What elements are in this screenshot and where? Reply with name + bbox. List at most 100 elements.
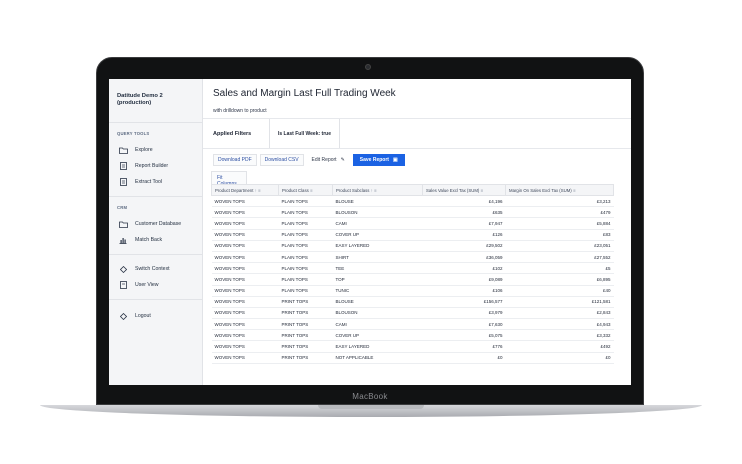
table-cell: PRINT TOPS bbox=[278, 296, 333, 308]
table-cell: £7,947 bbox=[422, 217, 506, 230]
sidebar: Datitude Demo 2 (production) QUERY TOOLS… bbox=[109, 79, 203, 385]
table-cell: £479 bbox=[505, 206, 614, 219]
document-icon bbox=[118, 162, 128, 170]
table-cell: WOVEN TOPS bbox=[211, 285, 279, 297]
table-cell: £126 bbox=[422, 229, 506, 241]
table-cell: COVER UP bbox=[332, 329, 423, 342]
table-row[interactable]: WOVEN TOPS PRINT TOPS NOT APPLICABLE £0 £0 bbox=[211, 352, 614, 364]
edit-report-button[interactable]: Edit Report ✎ bbox=[307, 154, 350, 166]
table-cell: £4,196 bbox=[422, 195, 506, 208]
page-title: Sales and Margin Last Full Trading Week bbox=[213, 88, 396, 99]
table-body: WOVEN TOPS PLAIN TOPS BLOUSE £4,196 £3,213 WO… bbox=[211, 195, 614, 364]
table-cell: PRINT TOPS bbox=[278, 318, 333, 331]
sidebar-section-crm: CRM Customer Database Match Back bbox=[109, 197, 202, 255]
table-row[interactable]: WOVEN TOPS PLAIN TOPS CAMI £7,947 £5,884 bbox=[211, 217, 614, 230]
table-cell: PLAIN TOPS bbox=[278, 262, 333, 275]
table-row[interactable]: WOVEN TOPS PLAIN TOPS SHIRT £36,059 £27,552 bbox=[211, 251, 614, 264]
sidebar-section-logout: Logout bbox=[109, 300, 202, 330]
column-header[interactable]: Margin On Sales Excl Tax (SUM) ≡ bbox=[505, 184, 614, 196]
menu-icon: ≡ bbox=[480, 187, 484, 193]
sidebar-section-account: Switch Context User View bbox=[109, 255, 202, 300]
column-header-label: Product Department bbox=[215, 187, 254, 193]
table-row[interactable]: WOVEN TOPS PLAIN TOPS TUNIC £106 £40 bbox=[211, 285, 614, 297]
column-header[interactable]: Product Department ↑ ≡ bbox=[211, 184, 279, 196]
applied-filters-label: Applied Filters bbox=[213, 130, 252, 137]
table-cell: £23,051 bbox=[505, 240, 614, 252]
save-report-button[interactable]: Save Report ▣ bbox=[352, 154, 405, 166]
document-icon bbox=[118, 281, 128, 289]
table-cell: BLOUSE bbox=[332, 195, 423, 208]
menu-icon: ≡ bbox=[572, 187, 576, 193]
sidebar-section-title: QUERY TOOLS bbox=[117, 131, 150, 136]
swap-icon bbox=[118, 265, 128, 273]
sidebar-item-label: User View bbox=[135, 282, 159, 288]
table-cell: CAMI bbox=[332, 217, 423, 230]
table-row[interactable]: WOVEN TOPS PRINT TOPS CAMI £7,630 £4,943 bbox=[211, 318, 614, 331]
table-cell: £83 bbox=[505, 229, 614, 241]
stage: Datitude Demo 2 (production) QUERY TOOLS… bbox=[0, 0, 742, 464]
table-cell: WOVEN TOPS bbox=[211, 352, 279, 364]
download-csv-button[interactable]: Download CSV bbox=[259, 154, 304, 166]
table-row[interactable]: WOVEN TOPS PRINT TOPS EASY LAYERED £776 £492 bbox=[211, 340, 614, 353]
table-cell: £776 bbox=[422, 340, 506, 353]
filter-chip[interactable]: Is Last Full Week: true bbox=[269, 119, 340, 148]
table-cell: TUNIC bbox=[332, 285, 423, 297]
table-cell: WOVEN TOPS bbox=[211, 329, 279, 342]
sidebar-item-label: Switch Context bbox=[135, 266, 170, 272]
table-row[interactable]: WOVEN TOPS PRINT TOPS BLOUSE £156,577 £121,5… bbox=[211, 296, 614, 308]
sidebar-item-user-view[interactable]: User View bbox=[109, 277, 202, 293]
column-header-label: Margin On Sales Excl Tax (SUM) bbox=[509, 187, 572, 193]
logout-icon bbox=[118, 312, 128, 320]
sidebar-item-switch-context[interactable]: Switch Context bbox=[109, 261, 202, 277]
table-row[interactable]: WOVEN TOPS PLAIN TOPS BLOUSE £4,196 £3,213 bbox=[211, 195, 614, 208]
sidebar-item-label: Customer Database bbox=[135, 221, 182, 227]
sidebar-item-label: Logout bbox=[135, 313, 151, 319]
table-cell: WOVEN TOPS bbox=[211, 296, 279, 308]
sidebar-item-customer-database[interactable]: Customer Database bbox=[109, 216, 202, 232]
table-cell: £0 bbox=[505, 352, 614, 364]
sidebar-item-logout[interactable]: Logout bbox=[109, 308, 202, 324]
table-cell: PLAIN TOPS bbox=[278, 206, 333, 219]
pencil-icon: ✎ bbox=[340, 157, 345, 163]
table-row[interactable]: WOVEN TOPS PLAIN TOPS TOP £9,089 £6,895 bbox=[211, 273, 614, 286]
table-cell: PRINT TOPS bbox=[278, 329, 333, 342]
table-cell: £7,630 bbox=[422, 318, 506, 331]
column-header-label: Product Subclass bbox=[336, 187, 370, 193]
column-header[interactable]: Product Class ≡ bbox=[278, 184, 333, 196]
table-cell: PLAIN TOPS bbox=[278, 217, 333, 230]
table-cell: WOVEN TOPS bbox=[211, 195, 279, 208]
table-cell: £3,979 bbox=[422, 307, 506, 320]
table-row[interactable]: WOVEN TOPS PLAIN TOPS COVER UP £126 £83 bbox=[211, 229, 614, 241]
laptop-notch bbox=[318, 405, 424, 409]
table-cell: £121,581 bbox=[505, 296, 614, 308]
sidebar-item-explore[interactable]: Explore bbox=[109, 142, 202, 158]
table-row[interactable]: WOVEN TOPS PRINT TOPS BLOUSON £3,979 £2,843 bbox=[211, 307, 614, 320]
download-pdf-button[interactable]: Download PDF bbox=[213, 154, 257, 166]
column-header[interactable]: Sales Value Excl Tax (SUM) ≡ bbox=[422, 184, 506, 196]
column-header[interactable]: Product Subclass ↑ ≡ bbox=[332, 184, 423, 196]
camera-icon bbox=[365, 64, 371, 70]
table-cell: PRINT TOPS bbox=[278, 307, 333, 320]
table-cell: WOVEN TOPS bbox=[211, 273, 279, 286]
fit-columns-button[interactable]: Fit Columns bbox=[211, 171, 247, 187]
table-row[interactable]: WOVEN TOPS PLAIN TOPS TEE £102 £5 bbox=[211, 262, 614, 275]
table-row[interactable]: WOVEN TOPS PRINT TOPS COVER UP £5,075 £3,332 bbox=[211, 329, 614, 342]
report-actions: Download PDF Download CSV Edit Report ✎ … bbox=[203, 149, 631, 171]
table-row[interactable]: WOVEN TOPS PLAIN TOPS BLOUSON £635 £479 bbox=[211, 206, 614, 219]
sidebar-item-report-builder[interactable]: Report Builder bbox=[109, 158, 202, 174]
table-cell: PRINT TOPS bbox=[278, 340, 333, 353]
table-cell: £4,943 bbox=[505, 318, 614, 331]
table-cell: NOT APPLICABLE bbox=[332, 352, 423, 364]
sidebar-item-match-back[interactable]: Match Back bbox=[109, 232, 202, 248]
sidebar-item-extract-tool[interactable]: Extract Tool bbox=[109, 174, 202, 190]
table-cell: PLAIN TOPS bbox=[278, 273, 333, 286]
table-cell: PLAIN TOPS bbox=[278, 195, 333, 208]
sidebar-item-label: Extract Tool bbox=[135, 179, 163, 185]
table-row[interactable]: WOVEN TOPS PLAIN TOPS EASY LAYERED £29,502 £… bbox=[211, 240, 614, 252]
save-report-label: Save Report bbox=[359, 157, 389, 163]
chart-icon bbox=[118, 236, 128, 244]
table-cell: £0 bbox=[422, 352, 506, 364]
table-cell: £3,213 bbox=[505, 195, 614, 208]
table-cell: WOVEN TOPS bbox=[211, 251, 279, 264]
table-cell: £156,577 bbox=[422, 296, 506, 308]
